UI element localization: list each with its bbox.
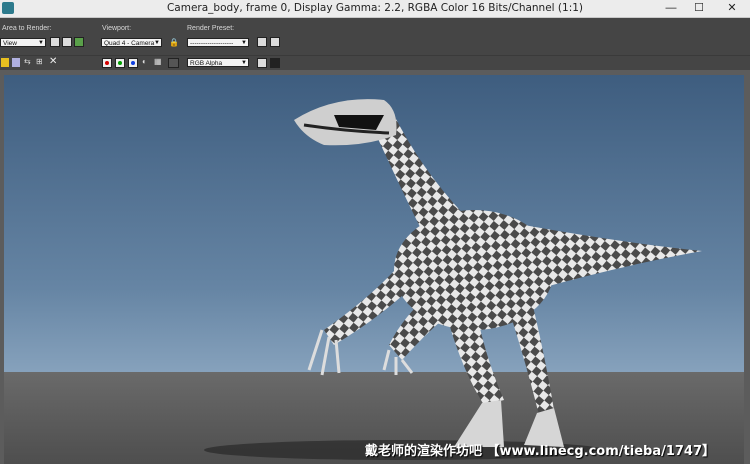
chevron-down-icon: ▼: [241, 60, 247, 66]
area-to-render-value: View: [3, 40, 17, 47]
save-image-icon[interactable]: [1, 58, 9, 67]
rendered-image: [4, 75, 744, 464]
frame-border-right: [744, 70, 750, 464]
viewport-label: Viewport:: [102, 25, 132, 32]
green-channel-dot: [118, 61, 122, 65]
chevron-down-icon: ▼: [154, 40, 160, 46]
alpha-channel-icon[interactable]: ◐: [142, 57, 147, 66]
title-bar: Camera_body, frame 0, Display Gamma: 2.2…: [0, 0, 750, 18]
display-channel-select[interactable]: RGB Alpha ▼: [187, 58, 249, 67]
dinosaur-render: [204, 99, 702, 460]
region-select-icon[interactable]: [74, 37, 84, 47]
green-channel-button[interactable]: [115, 58, 125, 68]
viewport-select[interactable]: Quad 4 - Camera_ ▼: [101, 38, 162, 47]
minimize-button[interactable]: —: [660, 0, 682, 16]
red-channel-dot: [105, 61, 109, 65]
clear-icon[interactable]: ✕: [49, 56, 57, 67]
render-preset-select[interactable]: -------------------- ▼: [187, 38, 249, 47]
render-preset-value: --------------------: [190, 40, 234, 47]
area-to-render-select[interactable]: View ▼: [0, 38, 46, 47]
swatch-icon[interactable]: [168, 58, 179, 68]
render-toolbar: Area to Render: View ▼ Viewport: Quad 4 -…: [0, 18, 750, 55]
area-to-render-label: Area to Render:: [2, 25, 52, 32]
lock-icon[interactable]: 🔒: [169, 38, 179, 47]
maximize-button[interactable]: ☐: [688, 0, 710, 16]
display-channel-value: RGB Alpha: [190, 60, 223, 67]
clone-window-icon[interactable]: ⇆: [24, 57, 31, 66]
close-button[interactable]: ✕: [716, 0, 748, 16]
copy-image-icon[interactable]: [12, 58, 20, 67]
toggle-ui-icon[interactable]: [270, 58, 280, 68]
edit-region-icon[interactable]: [50, 37, 60, 47]
blue-channel-button[interactable]: [128, 58, 138, 68]
print-image-icon[interactable]: ⊞: [36, 57, 43, 66]
red-channel-button[interactable]: [102, 58, 112, 68]
viewport-value: Quad 4 - Camera_: [104, 40, 158, 47]
watermark-text: 戴老师的渲染作坊吧 【www.linecg.com/tieba/1747】: [365, 444, 716, 459]
auto-region-icon[interactable]: [62, 37, 72, 47]
environment-effects-icon[interactable]: [270, 37, 280, 47]
render-setup-icon[interactable]: [257, 37, 267, 47]
chevron-down-icon: ▼: [241, 40, 247, 46]
frame-buffer-toolbar: ⇆ ⊞ ✕ ◐ ▦ RGB Alpha ▼: [0, 55, 750, 71]
render-preset-label: Render Preset:: [187, 25, 235, 32]
toggle-ui-overlay-icon[interactable]: [257, 58, 267, 68]
blue-channel-dot: [131, 61, 135, 65]
window-title: Camera_body, frame 0, Display Gamma: 2.2…: [166, 2, 584, 14]
monochrome-icon[interactable]: ▦: [154, 57, 162, 66]
chevron-down-icon: ▼: [38, 40, 44, 46]
